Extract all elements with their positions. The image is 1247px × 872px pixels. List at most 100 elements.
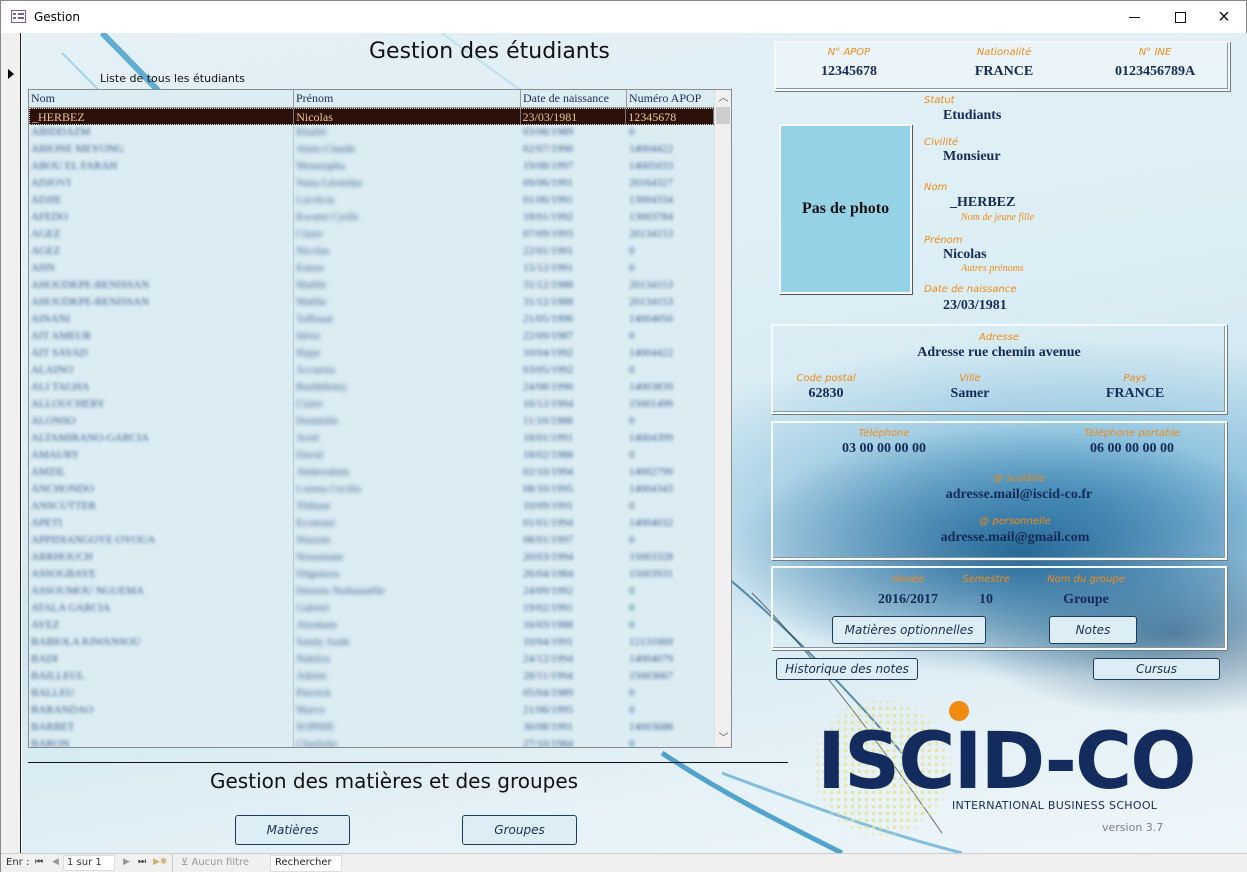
cell-prenom: Hajar: [294, 346, 521, 363]
list-row[interactable]: AMZIL Abderrahim 02/10/1994 14002799: [29, 465, 715, 482]
cell-apop: 0: [629, 245, 635, 257]
list-row[interactable]: ARRHOUCH Nouamane 20/03/1994 15003328: [29, 550, 715, 567]
next-record-icon[interactable]: ▶: [123, 857, 130, 867]
cell-text: Hajar: [296, 347, 321, 359]
student-photo[interactable]: Pas de photo: [779, 124, 912, 294]
cell-text: BARON: [31, 738, 70, 748]
list-row[interactable]: AIT AMEUR Idriss 22/09/1987 0: [29, 329, 715, 346]
cell-text: ALAINO: [31, 364, 74, 376]
groupes-button[interactable]: Groupes: [462, 815, 577, 845]
list-row[interactable]: ABIDDAZM Khalid 03/06/1989 0: [29, 125, 715, 142]
list-row[interactable]: ALI TAGHA Barthélemy 24/08/1990 14003839: [29, 380, 715, 397]
cell-apop: 14004050: [629, 313, 673, 325]
list-row[interactable]: APETI Ecomani 01/01/1994 14004032: [29, 516, 715, 533]
cell-text: Wassim: [296, 534, 331, 546]
cell-text: Thibaut: [296, 500, 331, 512]
column-header-nom[interactable]: Nom: [29, 90, 294, 107]
scroll-up-icon[interactable]: ︿: [715, 90, 731, 107]
list-row[interactable]: BALLEU Pierrick 05/04/1989 0: [29, 686, 715, 703]
list-row[interactable]: ALTAMIRANO-GARCIA Aroti 18/01/1991 14004399: [29, 431, 715, 448]
cell-date: 18/01/1992: [523, 211, 574, 223]
record-position-input[interactable]: 1 sur 1: [63, 855, 115, 871]
cursus-button[interactable]: Cursus: [1093, 658, 1220, 680]
last-record-icon[interactable]: ⏭: [138, 857, 146, 867]
list-row[interactable]: BARBET SOPHIE 30/08/1991 14003688: [29, 720, 715, 737]
cell-prenom: Nicolas: [294, 244, 521, 261]
cell-prenom: Abraham: [294, 618, 521, 635]
cell-apop: 14004422: [629, 347, 673, 359]
annee-label: Année: [892, 574, 924, 585]
cell-prenom: Kwami Cyrile: [294, 210, 521, 227]
list-row-selected[interactable]: _HERBEZ Nicolas 23/03/1981 12345678: [29, 108, 715, 125]
list-row[interactable]: ADJOVI Nana Léonidas 09/06/1991 20164327: [29, 176, 715, 193]
column-header-prenom[interactable]: Prénom: [294, 90, 521, 107]
list-scrollbar[interactable]: ︿ ﹀: [714, 90, 731, 747]
list-row[interactable]: APPIDIANGOYE OYOUA Wassim 08/01/1997 0: [29, 533, 715, 550]
cell-text: Barthélemy: [296, 381, 348, 393]
cell-apop: 14005033: [629, 160, 673, 172]
new-record-icon[interactable]: ▶✱: [153, 857, 167, 867]
mail-scolaire-label: @ scolaire: [993, 473, 1045, 484]
list-row[interactable]: AINANI Taffouat 21/05/1996 14004050: [29, 312, 715, 329]
scroll-thumb[interactable]: [716, 107, 730, 124]
cell-prenom: SOPHIE: [294, 720, 521, 737]
list-row[interactable]: ASSOUMOU NGUEMA Désirée Nathanaëlle 24/09/…: [29, 584, 715, 601]
list-row[interactable]: ANSCUTTER Thibaut 10/09/1991 0: [29, 499, 715, 516]
list-row[interactable]: ANCHONDO Lorena Cecilia 08/10/1995 14004343: [29, 482, 715, 499]
list-row[interactable]: BARANDAO Marva 21/06/1995 0: [29, 703, 715, 720]
list-row[interactable]: AFEDO Kwami Cyrile 18/01/1992 13003784: [29, 210, 715, 227]
list-row[interactable]: ADJIE Lucrécia 01/06/1991 13004334: [29, 193, 715, 210]
cell-text: BAILLEUL: [31, 670, 85, 682]
list-row[interactable]: AGEZ Nicolas 22/01/1991 0: [29, 244, 715, 261]
list-row[interactable]: ALONSO Domitille 11/10/1988 0: [29, 414, 715, 431]
window-title: Gestion: [34, 10, 80, 24]
previous-record-icon[interactable]: ◀: [52, 857, 59, 867]
cell-apop: 20164327: [629, 177, 673, 189]
list-row[interactable]: ALAINO Accursia 03/05/1992 0: [29, 363, 715, 380]
cell-nom: ADJIE: [29, 193, 294, 210]
statut-label: Statut: [924, 95, 955, 106]
maximize-button[interactable]: [1157, 1, 1203, 33]
list-row[interactable]: BADI Nabiiza 24/12/1994 14004079: [29, 652, 715, 669]
list-row[interactable]: ABIONE MEYONG Alain-Claude 02/07/1990 14004…: [29, 142, 715, 159]
cell-text: Claire: [296, 228, 323, 240]
cell-apop: 15001499: [629, 398, 673, 410]
first-record-icon[interactable]: ⏮: [35, 857, 43, 867]
list-row[interactable]: AIT SAYAD Hajar 10/04/1992 14004422: [29, 346, 715, 363]
record-selector-bar[interactable]: [1, 33, 21, 853]
cell-apop: 14004422: [629, 143, 673, 155]
list-row[interactable]: ALLOUCHERY Claire 16/12/1994 15001499: [29, 397, 715, 414]
close-button[interactable]: ×: [1201, 1, 1247, 33]
list-row[interactable]: AMAURY David 18/02/1988 0: [29, 448, 715, 465]
column-header-apop[interactable]: Numéro APOP: [627, 90, 715, 107]
list-row[interactable]: ABOU EL FARAH Moustapha 19/08/1997 14005033: [29, 159, 715, 176]
column-header-date[interactable]: Date de naissance: [521, 90, 627, 107]
notes-button[interactable]: Notes: [1049, 616, 1137, 644]
list-row[interactable]: BABIOLA KIWANSOU Sandy Aude 10/04/1991 1213…: [29, 635, 715, 652]
list-row[interactable]: BARON Charlotte 27/10/1984 0: [29, 737, 715, 748]
ville-label: Ville: [959, 373, 981, 384]
matieres-optionnelles-button[interactable]: Matières optionnelles: [832, 616, 986, 644]
list-row[interactable]: AGEZ Claire 07/09/1993 20134153: [29, 227, 715, 244]
list-row[interactable]: BAILLEUL Adrien 28/11/1994 15003667: [29, 669, 715, 686]
search-input[interactable]: Rechercher: [270, 855, 342, 872]
historique-notes-button[interactable]: Historique des notes: [776, 658, 918, 680]
cell-date: 03/05/1992: [523, 364, 574, 376]
list-row[interactable]: AYEZ Abraham 16/03/1988 0: [29, 618, 715, 635]
students-list[interactable]: Nom Prénom Date de naissance Numéro APOP…: [28, 89, 732, 748]
cell-text: BARANDAO: [31, 704, 94, 716]
list-row[interactable]: ATALA GARCIA Gabriel 19/02/1991 0: [29, 601, 715, 618]
cell-prenom: Dégninou: [294, 567, 521, 584]
minimize-button[interactable]: [1111, 1, 1157, 33]
list-row[interactable]: ASSOGBAYE Dégninou 26/04/1984 15003931: [29, 567, 715, 584]
list-row[interactable]: AHOUDKPE-BENISSAN Maëlle 31/12/1988 2013415…: [29, 278, 715, 295]
cell-nom: AGEZ: [29, 244, 294, 261]
scroll-down-icon[interactable]: ﹀: [715, 730, 731, 747]
list-row[interactable]: AHOUDKPE-BENISSAN Maëlle 31/12/1988 2013415…: [29, 295, 715, 312]
cell-apop: 14003839: [629, 381, 673, 393]
cell-date: 20/03/1994: [523, 551, 574, 563]
matieres-button[interactable]: Matières: [235, 815, 350, 845]
filter-toggle[interactable]: ⊻ Aucun filtre: [181, 857, 249, 868]
list-row[interactable]: AHN Eunsu 15/12/1991 0: [29, 261, 715, 278]
student-form: Gestion des étudiants Liste de tous les …: [22, 33, 1247, 853]
